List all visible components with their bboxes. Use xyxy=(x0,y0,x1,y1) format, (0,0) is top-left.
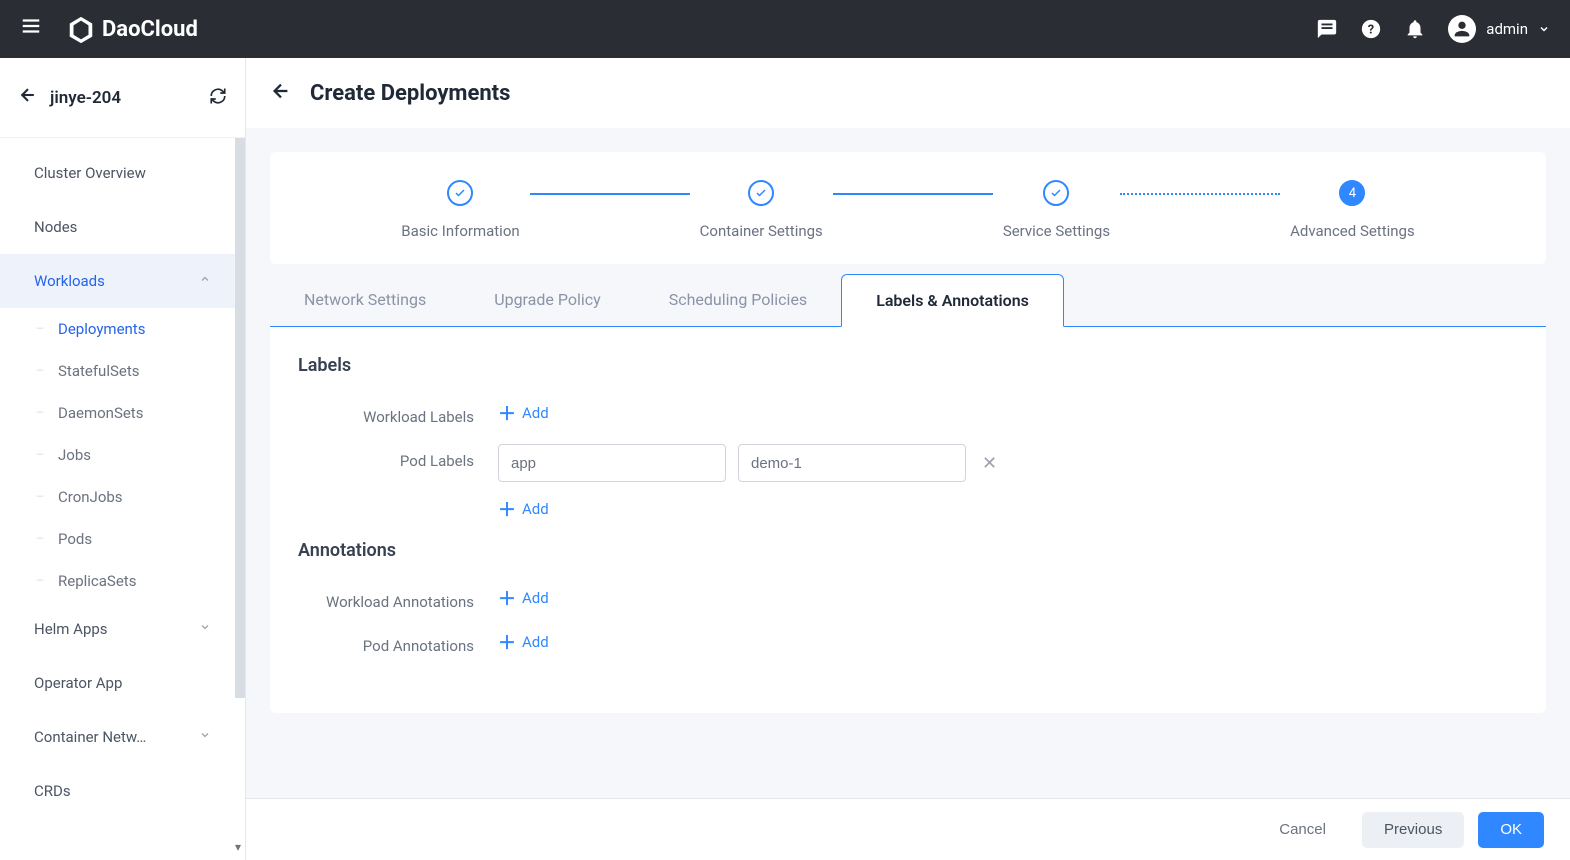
label-workload-labels: Workload Labels xyxy=(298,400,498,426)
delete-row-icon[interactable]: ✕ xyxy=(982,453,997,474)
user-menu[interactable]: admin xyxy=(1448,15,1550,43)
help-icon[interactable]: ? xyxy=(1360,18,1382,40)
brand-icon xyxy=(66,15,94,43)
refresh-icon[interactable] xyxy=(209,87,227,109)
plus-icon: ＋ xyxy=(498,585,516,611)
topbar-left: DaoCloud xyxy=(20,15,198,43)
page-back-icon[interactable] xyxy=(270,80,292,107)
nav-pods[interactable]: Pods xyxy=(0,518,245,560)
tab-labels-annotations[interactable]: Labels & Annotations xyxy=(841,274,1064,327)
topbar-right: ? admin xyxy=(1316,15,1550,43)
nav-cluster-overview[interactable]: Cluster Overview xyxy=(0,146,245,200)
nav-jobs[interactable]: Jobs xyxy=(0,434,245,476)
section-labels-title: Labels xyxy=(298,355,1518,376)
previous-button[interactable]: Previous xyxy=(1362,812,1464,848)
chevron-down-icon xyxy=(199,621,211,637)
step-check-icon xyxy=(748,180,774,206)
pod-label-value-input[interactable] xyxy=(738,444,966,482)
nav-crds[interactable]: CRDs xyxy=(0,764,245,818)
sidebar-scrollbar[interactable] xyxy=(235,138,245,698)
page-title: Create Deployments xyxy=(310,81,510,106)
nav-helm-apps[interactable]: Helm Apps xyxy=(0,602,245,656)
label-pod-labels: Pod Labels xyxy=(298,444,498,470)
brand[interactable]: DaoCloud xyxy=(66,15,198,43)
plus-icon: ＋ xyxy=(498,496,516,522)
chevron-down-icon xyxy=(1538,20,1550,39)
tab-network-settings[interactable]: Network Settings xyxy=(270,274,460,326)
sidebar: jinye-204 Cluster Overview Nodes Workloa… xyxy=(0,58,246,860)
topbar: DaoCloud ? admin xyxy=(0,0,1570,58)
user-name: admin xyxy=(1486,20,1528,38)
stepper: Basic Information Container Settings Ser… xyxy=(310,180,1506,240)
chevron-up-icon xyxy=(199,273,211,289)
tab-body: Labels Workload Labels ＋ Add Pod Labels xyxy=(270,327,1546,713)
nav-daemonsets[interactable]: DaemonSets xyxy=(0,392,245,434)
nav-statefulsets[interactable]: StatefulSets xyxy=(0,350,245,392)
nav-cronjobs[interactable]: CronJobs xyxy=(0,476,245,518)
row-workload-annotations: Workload Annotations ＋ Add xyxy=(298,585,1518,611)
row-pod-labels: Pod Labels ✕ ＋ Add xyxy=(298,444,1518,522)
messages-icon[interactable] xyxy=(1316,18,1338,40)
add-pod-label-button[interactable]: ＋ Add xyxy=(498,496,1518,522)
nav-replicasets[interactable]: ReplicaSets xyxy=(0,560,245,602)
plus-icon: ＋ xyxy=(498,629,516,655)
plus-icon: ＋ xyxy=(498,400,516,426)
nav-workloads[interactable]: Workloads xyxy=(0,254,245,308)
step-basic-info[interactable]: Basic Information xyxy=(401,180,519,240)
add-workload-label-button[interactable]: ＋ Add xyxy=(498,400,1518,426)
nav-operator-app[interactable]: Operator App xyxy=(0,656,245,710)
step-connector xyxy=(833,193,993,195)
page-header: Create Deployments xyxy=(246,58,1570,128)
bell-icon[interactable] xyxy=(1404,18,1426,40)
step-connector xyxy=(530,193,690,195)
svg-text:?: ? xyxy=(1368,23,1374,38)
footer: Cancel Previous OK xyxy=(246,798,1570,860)
stepper-card: Basic Information Container Settings Ser… xyxy=(270,152,1546,264)
sidebar-nav: Cluster Overview Nodes Workloads Deploym… xyxy=(0,138,245,860)
step-service-settings[interactable]: Service Settings xyxy=(1003,180,1110,240)
step-container-settings[interactable]: Container Settings xyxy=(700,180,823,240)
pod-label-kv-row: ✕ xyxy=(498,444,1518,482)
cluster-name: jinye-204 xyxy=(50,88,197,108)
user-avatar-icon xyxy=(1448,15,1476,43)
chevron-down-icon xyxy=(199,729,211,745)
step-advanced-settings[interactable]: 4 Advanced Settings xyxy=(1290,180,1415,240)
step-check-icon xyxy=(447,180,473,206)
ok-button[interactable]: OK xyxy=(1478,812,1544,848)
step-connector-dotted xyxy=(1120,193,1280,195)
nav-nodes[interactable]: Nodes xyxy=(0,200,245,254)
brand-text: DaoCloud xyxy=(102,17,198,42)
cancel-button[interactable]: Cancel xyxy=(1257,812,1348,848)
label-pod-annotations: Pod Annotations xyxy=(298,629,498,655)
add-pod-annotation-button[interactable]: ＋ Add xyxy=(498,629,1518,655)
tab-upgrade-policy[interactable]: Upgrade Policy xyxy=(460,274,634,326)
step-check-icon xyxy=(1043,180,1069,206)
tab-scheduling-policies[interactable]: Scheduling Policies xyxy=(635,274,842,326)
step-number-icon: 4 xyxy=(1339,180,1365,206)
row-workload-labels: Workload Labels ＋ Add xyxy=(298,400,1518,426)
content: Basic Information Container Settings Ser… xyxy=(246,128,1570,798)
pod-label-key-input[interactable] xyxy=(498,444,726,482)
main: Create Deployments Basic Information Con… xyxy=(246,58,1570,860)
row-pod-annotations: Pod Annotations ＋ Add xyxy=(298,629,1518,655)
scroll-down-icon[interactable]: ▾ xyxy=(231,838,245,856)
label-workload-annotations: Workload Annotations xyxy=(298,585,498,611)
back-icon[interactable] xyxy=(18,85,38,110)
nav-deployments[interactable]: Deployments xyxy=(0,308,245,350)
sidebar-header: jinye-204 xyxy=(0,58,245,138)
section-annotations-title: Annotations xyxy=(298,540,1518,561)
tabs: Network Settings Upgrade Policy Scheduli… xyxy=(270,274,1546,327)
menu-icon[interactable] xyxy=(20,15,42,43)
add-workload-annotation-button[interactable]: ＋ Add xyxy=(498,585,1518,611)
nav-container-network[interactable]: Container Netw… xyxy=(0,710,245,764)
